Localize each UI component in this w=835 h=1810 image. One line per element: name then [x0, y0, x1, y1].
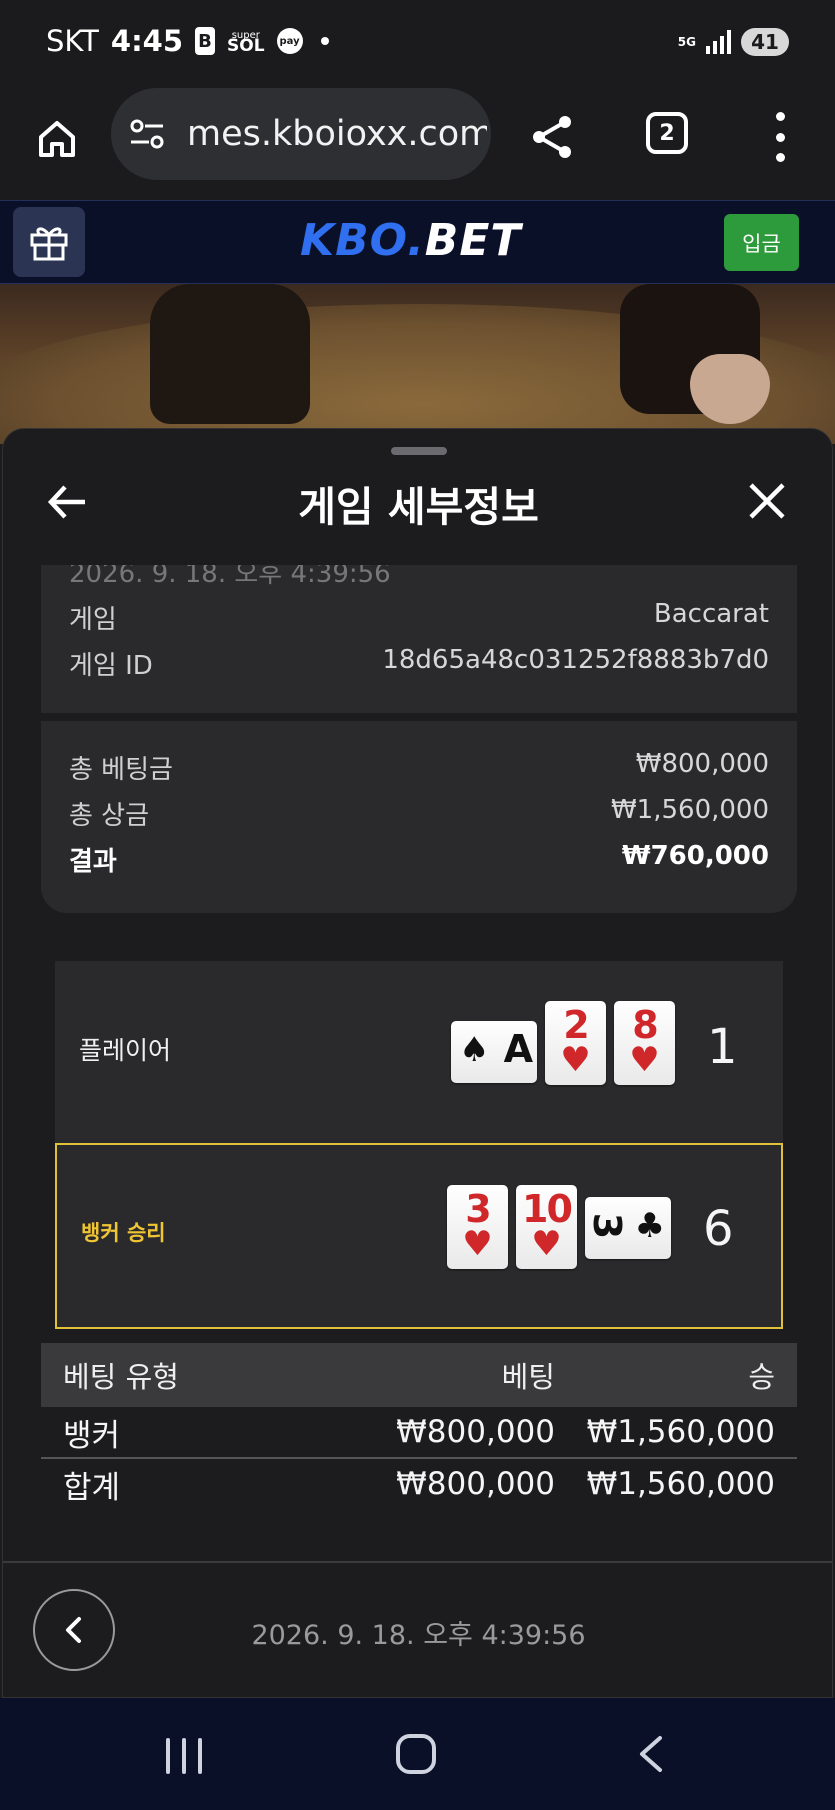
- system-nav-bar: [0, 1698, 835, 1810]
- pay-icon: pay: [276, 28, 303, 54]
- site-settings-icon[interactable]: [129, 118, 165, 150]
- bet-table: 베팅 유형 베팅 승 뱅커 ₩800,000 ₩1,560,000 합계 ₩80…: [41, 1343, 797, 1509]
- player-hand: 플레이어 ♠ A 2 ♥ 8 ♥ 1: [55, 961, 783, 1145]
- bet-table-header: 베팅 유형 베팅 승: [41, 1343, 797, 1407]
- battery-icon: 41: [741, 28, 789, 56]
- nav-recent-icon[interactable]: [166, 1738, 202, 1774]
- tabs-icon[interactable]: 2: [646, 112, 688, 154]
- banker-hand: 뱅커 승리 3 ♥ 10 ♥ ♣ 3 6: [55, 1143, 783, 1329]
- b-app-icon: B: [195, 27, 216, 55]
- playing-card: ♠ A: [451, 1021, 537, 1083]
- home-icon[interactable]: [30, 112, 84, 166]
- deposit-button[interactable]: 입금: [724, 214, 799, 271]
- total-bet-row: 총 베팅금 ₩800,000: [69, 749, 769, 785]
- banker-score: 6: [703, 1201, 734, 1257]
- playing-card: 2 ♥: [545, 1001, 606, 1085]
- playing-card: ♣ 3: [585, 1197, 671, 1259]
- network-5g-icon: 5G: [677, 35, 696, 49]
- url-text[interactable]: mes.kboioxx.com: [187, 88, 487, 180]
- carrier-label: SKT: [46, 24, 99, 58]
- notification-dot-icon: [320, 37, 329, 45]
- table-total-row: 합계 ₩800,000 ₩1,560,000: [41, 1457, 797, 1509]
- super-sol-icon: super SOL: [227, 30, 265, 56]
- total-prize-row: 총 상금 ₩1,560,000: [69, 795, 769, 831]
- result-row: 결과 ₩760,000: [69, 841, 769, 877]
- nav-home-icon[interactable]: [396, 1734, 436, 1774]
- status-bar: SKT 4:45 B super SOL pay 5G 41: [0, 0, 835, 88]
- live-video-background: [0, 284, 835, 444]
- player-label: 플레이어: [79, 1036, 172, 1065]
- footer-date: 2026. 9. 18. 오후 4:39:56: [251, 1620, 586, 1651]
- nav-back-icon[interactable]: [636, 1734, 666, 1774]
- clock: 4:45: [110, 24, 184, 58]
- banker-label: 뱅커 승리: [81, 1221, 166, 1245]
- game-info-card: 2026. 9. 18. 오후 4:39:56 게임 Baccarat 게임 ID…: [41, 559, 797, 713]
- divider: [3, 1561, 832, 1563]
- drag-handle[interactable]: [391, 447, 447, 455]
- game-id-row: 게임 ID 18d65a48c031252f8883b7d0: [69, 645, 769, 681]
- playing-card: 10 ♥: [516, 1185, 577, 1269]
- site-logo[interactable]: KBO.BET: [300, 215, 521, 266]
- playing-card: 3 ♥: [447, 1185, 508, 1269]
- site-header: KBO.BET 입금: [0, 200, 835, 284]
- game-row: 게임 Baccarat: [69, 599, 769, 635]
- summary-card: 총 베팅금 ₩800,000 총 상금 ₩1,560,000 결과 ₩760,000: [41, 721, 797, 913]
- browser-toolbar: mes.kboioxx.com 2: [0, 88, 835, 200]
- more-icon[interactable]: [770, 112, 790, 162]
- signal-icon: [706, 30, 731, 54]
- sheet-title: 게임 세부정보: [298, 483, 539, 531]
- table-row: 뱅커 ₩800,000 ₩1,560,000: [63, 1414, 775, 1454]
- player-cards: ♠ A 2 ♥ 8 ♥: [451, 1001, 675, 1085]
- address-bar[interactable]: mes.kboioxx.com: [111, 88, 491, 180]
- player-score: 1: [707, 1019, 738, 1075]
- share-icon[interactable]: [527, 112, 577, 162]
- close-icon[interactable]: [747, 481, 787, 521]
- playing-card: 8 ♥: [614, 1001, 675, 1085]
- gift-icon[interactable]: [13, 207, 85, 277]
- banker-cards: 3 ♥ 10 ♥ ♣ 3: [447, 1185, 671, 1269]
- game-details-sheet: 게임 세부정보 2026. 9. 18. 오후 4:39:56 게임 Baccar…: [2, 428, 833, 1698]
